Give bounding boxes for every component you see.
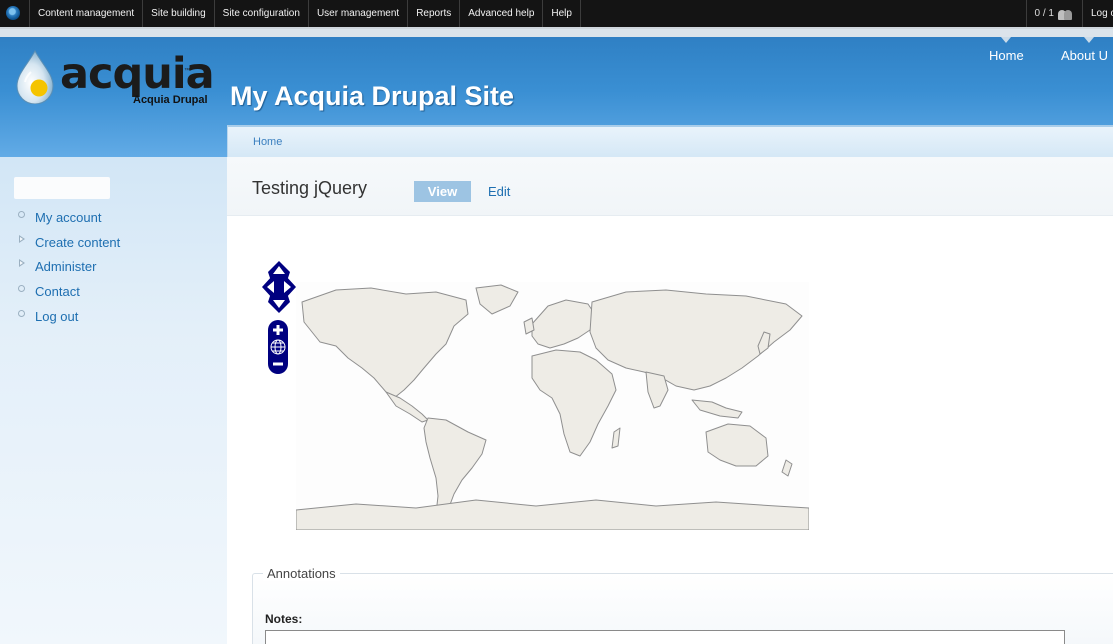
acquia-drop-icon bbox=[16, 50, 54, 104]
tab-notch-icon bbox=[1084, 37, 1094, 43]
logo-subtitle: Acquia Drupal bbox=[133, 94, 208, 106]
sidebar-item-administer[interactable]: Administer bbox=[18, 259, 120, 284]
main-content: Testing jQuery View Edit Annotations Not… bbox=[227, 157, 1113, 644]
admin-menu-user-management[interactable]: User management bbox=[307, 0, 407, 27]
bullet-icon bbox=[18, 285, 25, 293]
sidebar-item-label: My account bbox=[35, 210, 102, 225]
sidebar-item-contact[interactable]: Contact bbox=[18, 284, 120, 309]
map-landmass bbox=[531, 299, 597, 349]
user-navigation-menu: My account Create content Administer Con… bbox=[18, 210, 120, 333]
bullet-icon bbox=[18, 309, 25, 317]
map-landmass bbox=[301, 287, 469, 399]
sidebar-item-label: Contact bbox=[35, 284, 80, 300]
breadcrumb: Home bbox=[227, 125, 1113, 157]
collapsed-arrow-icon bbox=[19, 234, 25, 243]
redacted-username bbox=[14, 177, 110, 199]
logo-trademark: ™ bbox=[184, 68, 190, 74]
map-landmass bbox=[705, 423, 769, 467]
admin-logout-link[interactable]: Log out bbox=[1082, 0, 1113, 27]
tab-notch-icon bbox=[1001, 37, 1012, 43]
admin-menu-help[interactable]: Help bbox=[542, 0, 581, 27]
primary-link-about-label: About U bbox=[1061, 48, 1108, 63]
notes-label: Notes: bbox=[265, 612, 303, 626]
admin-menu-advanced-help[interactable]: Advanced help bbox=[459, 0, 542, 27]
annotations-legend: Annotations bbox=[263, 566, 340, 581]
map-landmass bbox=[611, 427, 621, 449]
notes-textarea[interactable] bbox=[265, 630, 1065, 644]
sidebar: My account Create content Administer Con… bbox=[0, 157, 227, 644]
map-landmass bbox=[385, 391, 429, 423]
map-landmass bbox=[781, 459, 793, 477]
logo-wordmark: acquia bbox=[60, 49, 215, 99]
annotations-fieldset: Annotations Notes: bbox=[252, 566, 1113, 644]
map-landmass bbox=[691, 399, 743, 419]
sidebar-item-label: Administer bbox=[35, 259, 97, 275]
admin-menu-site-configuration[interactable]: Site configuration bbox=[213, 0, 308, 27]
page-title: Testing jQuery bbox=[252, 178, 368, 198]
sidebar-item-label: Create content bbox=[35, 234, 121, 250]
openlayers-map[interactable] bbox=[261, 260, 811, 530]
admin-menu-content-management[interactable]: Content management bbox=[29, 0, 142, 27]
sidebar-item-create-content[interactable]: Create content bbox=[18, 234, 121, 260]
map-landmass bbox=[531, 349, 617, 457]
drupal-logo-icon[interactable] bbox=[6, 6, 20, 20]
bullet-icon bbox=[18, 211, 25, 218]
admin-menu-site-building[interactable]: Site building bbox=[142, 0, 213, 27]
map-landmass bbox=[645, 371, 669, 409]
zoom-control[interactable] bbox=[268, 320, 288, 374]
primary-link-about[interactable]: About U bbox=[1061, 37, 1108, 63]
map-landmass bbox=[296, 499, 809, 530]
user-count: 0 / 1 bbox=[1034, 8, 1054, 19]
breadcrumb-home-link[interactable]: Home bbox=[253, 136, 282, 148]
admin-menu-reports[interactable]: Reports bbox=[407, 0, 459, 27]
online-users-counter[interactable]: 0 / 1 bbox=[1025, 0, 1082, 27]
map-landmass bbox=[589, 289, 803, 391]
admin-toolbar: Content management Site building Site co… bbox=[0, 0, 1113, 29]
admin-toolbar-right: 0 / 1 Log out bbox=[1025, 0, 1113, 27]
primary-link-home-label: Home bbox=[989, 48, 1024, 63]
tab-edit[interactable]: Edit bbox=[488, 184, 510, 199]
map-landmass bbox=[475, 284, 519, 315]
sidebar-item-label: Log out bbox=[35, 308, 79, 324]
site-name[interactable]: My Acquia Drupal Site bbox=[230, 81, 514, 112]
world-map[interactable] bbox=[296, 282, 809, 530]
primary-link-home[interactable]: Home bbox=[989, 37, 1024, 63]
site-logo[interactable]: acquia ™ Acquia Drupal bbox=[16, 50, 216, 112]
pan-control[interactable] bbox=[261, 260, 297, 314]
title-area: Testing jQuery View Edit bbox=[227, 157, 1113, 216]
collapsed-arrow-icon bbox=[19, 259, 25, 268]
sidebar-item-my-account[interactable]: My account bbox=[18, 210, 120, 235]
users-icon bbox=[1058, 7, 1074, 20]
admin-menu: Content management Site building Site co… bbox=[29, 0, 581, 27]
toolbar-shadow-strip bbox=[0, 29, 1113, 37]
sidebar-item-log-out[interactable]: Log out bbox=[18, 309, 120, 334]
tab-view[interactable]: View bbox=[414, 181, 471, 202]
